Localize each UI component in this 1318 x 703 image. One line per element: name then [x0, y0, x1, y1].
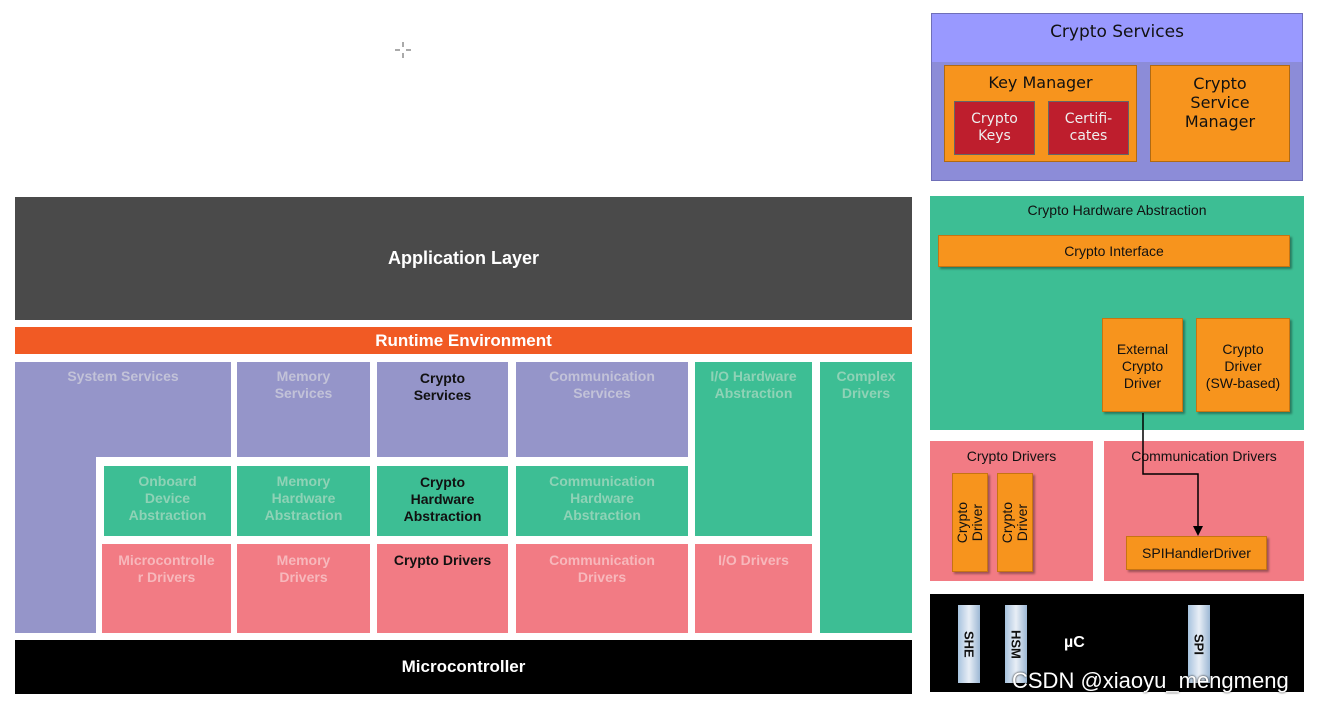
system-services-block-stem: [15, 457, 96, 633]
crypto-interface-box: Crypto Interface: [938, 235, 1290, 267]
complex-drivers: Complex Drivers: [820, 362, 912, 633]
key-manager-label: Key Manager: [988, 73, 1093, 92]
certificates-label: Certifi- cates: [1064, 111, 1113, 144]
crosshair-cursor-icon: [395, 42, 411, 58]
driver-connection-arrow: [1142, 413, 1203, 536]
she-label: SHE: [961, 630, 977, 658]
system-services-label: System Services: [67, 368, 179, 384]
spi-handler-driver-box: SPIHandlerDriver: [1126, 536, 1267, 570]
watermark: CSDN @xiaoyu_mengmeng: [1012, 668, 1289, 693]
memory-drivers: Memory Drivers: [237, 544, 370, 633]
crypto-drivers-title: Crypto Drivers: [966, 448, 1057, 464]
crypto-driver-vertical-1: Crypto Driver: [952, 473, 988, 572]
uc-label: µC: [1064, 634, 1085, 651]
crypto-services-panel: Crypto Services Key Manager Crypto Keys …: [931, 13, 1303, 181]
crypto-services: Crypto Services: [377, 362, 508, 457]
crypto-driver-vertical-1-label: Crypto Driver: [954, 501, 985, 544]
key-manager-box: Key Manager Crypto Keys Certifi- cates: [944, 65, 1137, 162]
hsm-label: HSM: [1008, 629, 1024, 659]
communication-hardware-abstraction: Communication Hardware Abstraction: [516, 466, 688, 536]
she-module: SHE: [958, 605, 980, 683]
onboard-device-abstraction: Onboard Device Abstraction: [104, 466, 231, 536]
runtime-environment-label: Runtime Environment: [375, 330, 552, 350]
application-layer-label: Application Layer: [387, 248, 540, 268]
microcontroller: Microcontroller: [15, 640, 912, 694]
crypto-drivers-panel: Crypto Drivers Crypto Driver Crypto Driv…: [930, 441, 1093, 581]
crypto-service-manager-label: Crypto Service Manager: [1184, 74, 1256, 131]
crypto-driver-sw-label: Crypto Driver (SW-based): [1205, 341, 1281, 391]
certificates-box: Certifi- cates: [1048, 101, 1129, 155]
memory-services: Memory Services: [237, 362, 370, 457]
external-crypto-driver-box: External Crypto Driver: [1102, 318, 1183, 412]
crypto-keys-box: Crypto Keys: [954, 101, 1035, 155]
crypto-services-title: Crypto Services: [1050, 22, 1184, 42]
crypto-service-manager-box: Crypto Service Manager: [1150, 65, 1290, 162]
crypto-hardware-abstraction-title: Crypto Hardware Abstraction: [1027, 202, 1207, 218]
crypto-driver-vertical-2: Crypto Driver: [997, 473, 1033, 572]
crypto-keys-label: Crypto Keys: [971, 111, 1018, 144]
communication-services: Communication Services: [516, 362, 688, 457]
crypto-drivers: Crypto Drivers: [377, 544, 508, 633]
crypto-services-label: Crypto Services: [413, 370, 472, 403]
crypto-driver-sw-box: Crypto Driver (SW-based): [1196, 318, 1290, 412]
runtime-environment: Runtime Environment: [15, 327, 912, 354]
crypto-hardware-abstraction: Crypto Hardware Abstraction: [377, 466, 508, 536]
spi-label: SPI: [1191, 633, 1207, 655]
crypto-hardware-abstraction-panel: Crypto Hardware Abstraction Crypto Inter…: [930, 196, 1304, 430]
memory-hardware-abstraction: Memory Hardware Abstraction: [237, 466, 370, 536]
io-hardware-abstraction: I/O Hardware Abstraction: [695, 362, 812, 536]
crypto-interface-label: Crypto Interface: [1064, 243, 1164, 259]
external-crypto-driver-label: External Crypto Driver: [1116, 341, 1169, 391]
io-drivers: I/O Drivers: [695, 544, 812, 633]
crypto-driver-vertical-2-label: Crypto Driver: [999, 501, 1030, 544]
microcontroller-label: Microcontroller: [401, 657, 526, 676]
spi-handler-driver-label: SPIHandlerDriver: [1142, 545, 1251, 561]
application-layer: Application Layer: [15, 197, 912, 320]
microcontroller-drivers: Microcontrolle r Drivers: [102, 544, 231, 633]
communication-drivers: Communication Drivers: [516, 544, 688, 633]
